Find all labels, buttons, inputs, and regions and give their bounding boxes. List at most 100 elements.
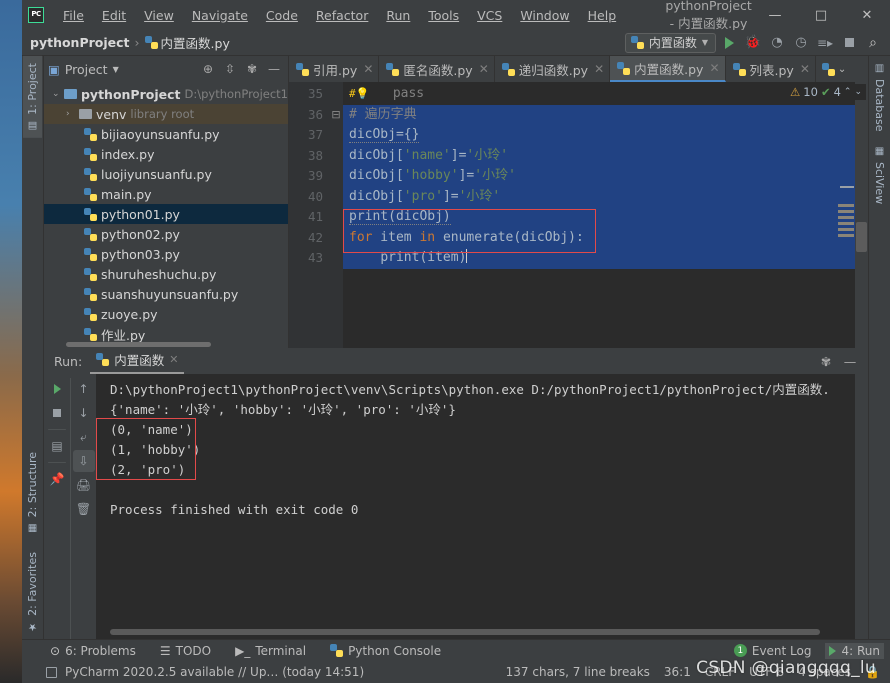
toolwindow-python-console[interactable]: Python Console — [326, 643, 445, 659]
tree-node-python02[interactable]: python02.py — [44, 224, 288, 244]
project-panel-title[interactable]: ▣ Project ▼ — [48, 62, 119, 77]
collapse-all-icon[interactable]: ⇳ — [220, 59, 240, 79]
toolwindow-event-log[interactable]: 1 Event Log — [730, 643, 816, 659]
next-problem-icon[interactable]: ⌄ — [854, 87, 862, 97]
chevron-down-icon[interactable]: ⌄ — [52, 89, 60, 99]
tree-node-python03[interactable]: python03.py — [44, 244, 288, 264]
editor-tab-diguifunc[interactable]: 递归函数.py ✕ — [495, 56, 610, 82]
tree-node-suanshuyunsuanfu[interactable]: suanshuyunsuanfu.py — [44, 284, 288, 304]
tree-node-venv[interactable]: › venv library root — [44, 104, 288, 124]
intention-bulb-icon[interactable]: #💡 — [349, 87, 369, 100]
menu-view[interactable]: View — [135, 4, 183, 27]
update-square-icon[interactable] — [46, 667, 57, 678]
menu-file[interactable]: File — [54, 4, 93, 27]
menu-tools[interactable]: Tools — [419, 4, 468, 27]
lock-icon[interactable]: 🔒 — [865, 665, 880, 679]
code-text[interactable]: #💡 pass # 遍历字典 dicObj={} dicObj['name']=… — [343, 82, 868, 348]
status-update-message[interactable]: PyCharm 2020.2.5 available // Up… (today… — [65, 665, 364, 679]
menu-refactor[interactable]: Refactor — [307, 4, 377, 27]
stop-icon[interactable] — [46, 402, 68, 424]
gear-icon[interactable]: ✾ — [242, 59, 262, 79]
minimize-icon[interactable]: — — [840, 351, 860, 371]
rerun-icon[interactable] — [46, 378, 68, 400]
toolwindow-terminal[interactable]: ▶_ Terminal — [231, 643, 310, 659]
console-vertical-scrollbar[interactable] — [855, 374, 868, 639]
console-horizontal-scrollbar[interactable] — [110, 629, 820, 635]
console-output[interactable]: D:\pythonProject1\pythonProject\venv\Scr… — [96, 374, 868, 639]
run-coverage-button[interactable]: ◔ — [766, 32, 788, 54]
run-button[interactable] — [718, 32, 740, 54]
close-icon[interactable]: ✕ — [800, 62, 810, 76]
stripe-item-favorites[interactable]: ★ 2: Favorites — [23, 540, 42, 639]
tree-horizontal-scrollbar[interactable] — [66, 342, 211, 347]
menu-code[interactable]: Code — [257, 4, 307, 27]
hide-icon[interactable]: — — [264, 59, 284, 79]
tree-node-pythonProject[interactable]: ⌄ pythonProject D:\pythonProject1 — [44, 84, 288, 104]
toolwindow-todo[interactable]: ☰ TODO — [156, 643, 215, 659]
breadcrumb-file[interactable]: 内置函数.py — [145, 33, 230, 52]
main-menu[interactable]: File Edit View Navigate Code Refactor Ru… — [54, 4, 625, 27]
close-icon[interactable]: ✕ — [363, 62, 373, 76]
run-panel-tab[interactable]: 内置函数 ✕ — [90, 348, 184, 374]
editor-tab-yinyong[interactable]: 引用.py ✕ — [289, 56, 379, 82]
menu-help[interactable]: Help — [579, 4, 626, 27]
tree-node-index[interactable]: index.py — [44, 144, 288, 164]
print-icon[interactable]: 🖨 — [73, 474, 95, 496]
scroll-to-end-icon[interactable]: ⇩ — [73, 450, 95, 472]
tree-node-zuoye[interactable]: zuoye.py — [44, 304, 288, 324]
menu-edit[interactable]: Edit — [93, 4, 135, 27]
debug-button[interactable]: 🐞 — [742, 32, 764, 54]
inspection-widget[interactable]: ⚠ 10 ✔ 4 ⌃ ⌄ — [786, 84, 866, 100]
editor-tab-liebiao[interactable]: 列表.py ✕ — [726, 56, 816, 82]
tree-node-shuruheshuchu[interactable]: shuruheshuchu.py — [44, 264, 288, 284]
status-indent[interactable]: 4 spaces — [798, 665, 851, 679]
toolwindow-problems[interactable]: ⊙ 6: Problems — [46, 643, 140, 659]
layout-icon[interactable]: ▤ — [46, 435, 68, 457]
profile-button[interactable]: ◷ — [790, 32, 812, 54]
menu-navigate[interactable]: Navigate — [183, 4, 257, 27]
status-caret-position[interactable]: 36:1 — [664, 665, 691, 679]
toolwindow-run[interactable]: 4: Run — [825, 643, 884, 659]
editor-scrollbar[interactable] — [855, 82, 868, 348]
tree-node-zuoye-cn[interactable]: 作业.py — [44, 324, 288, 344]
stop-button[interactable] — [838, 32, 860, 54]
close-icon[interactable]: ✕ — [709, 61, 719, 75]
run-with-console-button[interactable]: ≡▸ — [814, 32, 836, 54]
editor-tabs-overflow[interactable]: ⌄ — [816, 56, 852, 82]
menu-run[interactable]: Run — [377, 4, 419, 27]
status-encoding[interactable]: UTF-8 — [749, 665, 784, 679]
run-configuration-selector[interactable]: 内置函数 ▼ — [625, 33, 716, 53]
menu-window[interactable]: Window — [511, 4, 578, 27]
chevron-right-icon[interactable]: › — [66, 109, 75, 119]
close-icon[interactable]: ✕ — [594, 62, 604, 76]
trash-icon[interactable]: 🗑 — [73, 498, 95, 520]
tree-node-luojiyunsuanfu[interactable]: luojiyunsuanfu.py — [44, 164, 288, 184]
gear-icon[interactable]: ✾ — [816, 351, 836, 371]
close-icon[interactable]: ✕ — [479, 62, 489, 76]
close-icon[interactable]: ✕ — [169, 353, 178, 366]
stripe-item-database[interactable]: ▥ Database — [870, 56, 889, 139]
locate-icon[interactable]: ⊕ — [198, 59, 218, 79]
stripe-item-structure[interactable]: ▦ 2: Structure — [23, 445, 42, 540]
close-button[interactable]: ✕ — [844, 0, 890, 30]
code-folding-gutter[interactable]: ⊟ — [329, 82, 343, 348]
minimize-button[interactable]: — — [752, 0, 798, 30]
tree-node-python01[interactable]: python01.py — [44, 204, 288, 224]
maximize-button[interactable]: □ — [798, 0, 844, 30]
search-everywhere-button[interactable]: ⌕ — [862, 32, 884, 54]
up-icon[interactable]: ↑ — [73, 378, 95, 400]
status-line-separator[interactable]: CRLF — [705, 665, 735, 679]
prev-problem-icon[interactable]: ⌃ — [844, 87, 852, 97]
tree-node-main[interactable]: main.py — [44, 184, 288, 204]
down-icon[interactable]: ↓ — [73, 402, 95, 424]
pin-icon[interactable]: 📌 — [46, 468, 68, 490]
stripe-item-project[interactable]: ▤ 1: Project — [23, 56, 42, 138]
project-tree[interactable]: ⌄ pythonProject D:\pythonProject1 › venv… — [44, 82, 288, 348]
menu-vcs[interactable]: VCS — [468, 4, 511, 27]
fold-marker-icon[interactable]: ⊟ — [329, 105, 343, 126]
editor-tab-nimingfunc[interactable]: 匿名函数.py ✕ — [379, 56, 494, 82]
soft-wrap-icon[interactable]: ⤶ — [73, 426, 95, 448]
editor-scrollbar-thumb[interactable] — [856, 222, 867, 252]
code-editor[interactable]: 35 36 37 38 39 40 41 42 43 — [289, 82, 868, 348]
stripe-item-sciview[interactable]: ▦ SciView — [870, 139, 889, 211]
